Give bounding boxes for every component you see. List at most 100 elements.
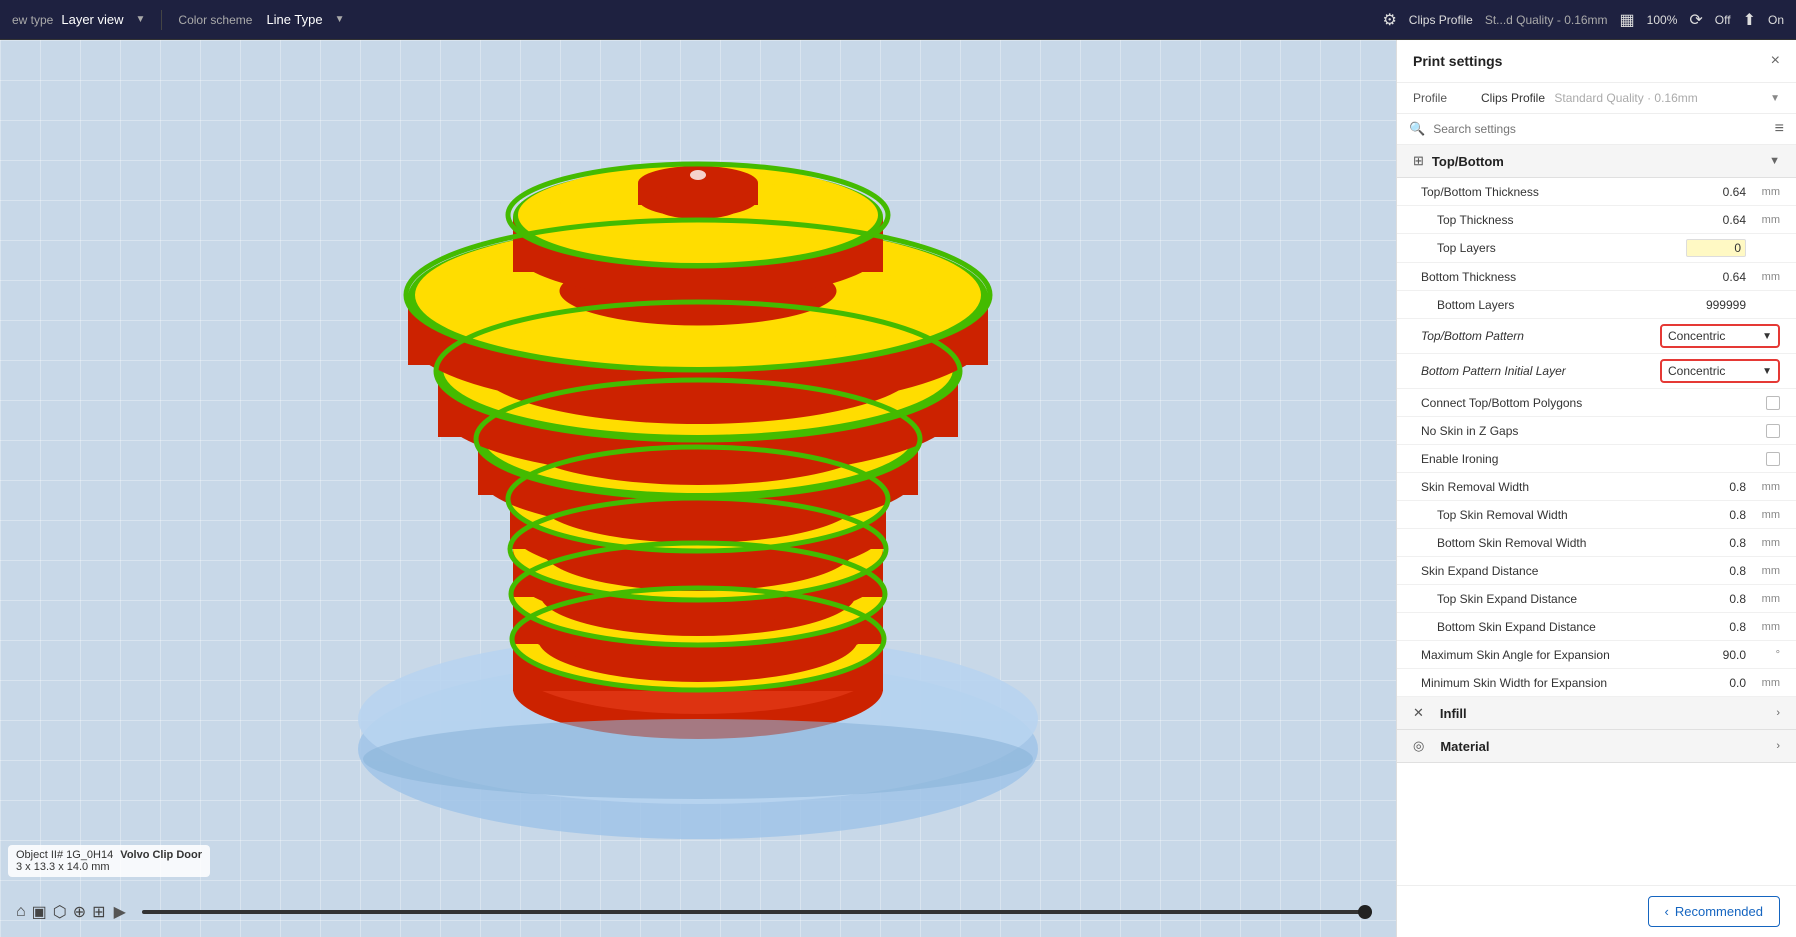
on-label: On bbox=[1768, 13, 1784, 27]
object-name: Volvo Clip Door bbox=[120, 849, 202, 861]
upload-icon[interactable]: ⬆ bbox=[1743, 10, 1756, 30]
setting-value[interactable]: 90.0 bbox=[1686, 648, 1746, 662]
dropdown-arrow: ▼ bbox=[1762, 331, 1772, 342]
setting-name: Top Skin Expand Distance bbox=[1421, 592, 1686, 606]
search-icon: 🔍 bbox=[1409, 121, 1425, 137]
setting-value[interactable]: 0.64 bbox=[1686, 185, 1746, 199]
home-icon[interactable]: ⌂ bbox=[16, 903, 26, 921]
cylinder-icon[interactable]: ⬡ bbox=[53, 902, 67, 922]
recommended-label: Recommended bbox=[1675, 904, 1763, 919]
view-type-section: ew type Layer view ▼ bbox=[12, 12, 145, 27]
setting-name: Minimum Skin Width for Expansion bbox=[1421, 676, 1686, 690]
viewport[interactable]: Object II# 1G_0H14 Volvo Clip Door 3 x 1… bbox=[0, 40, 1396, 937]
setting-value[interactable]: 0.8 bbox=[1686, 592, 1746, 606]
separator-1 bbox=[161, 10, 162, 30]
profile-name: Clips Profile bbox=[1481, 91, 1545, 105]
profile-label: Profile bbox=[1413, 91, 1473, 105]
search-bar: 🔍 ≡ bbox=[1397, 114, 1796, 145]
section-chevron-top-bottom: ▼ bbox=[1769, 155, 1780, 167]
object-dims: 3 x 13.3 x 14.0 mm bbox=[16, 861, 202, 873]
setting-value[interactable]: 0.8 bbox=[1686, 620, 1746, 634]
close-button[interactable]: × bbox=[1771, 52, 1780, 70]
profile-quality: St...d Quality - 0.16mm bbox=[1485, 13, 1608, 27]
setting-value[interactable]: 0.8 bbox=[1686, 536, 1746, 550]
profile-chevron[interactable]: ▼ bbox=[1770, 93, 1780, 104]
section-title-infill: Infill bbox=[1440, 706, 1467, 721]
setting-name: Bottom Skin Removal Width bbox=[1421, 536, 1686, 550]
setting-name: Top Layers bbox=[1421, 241, 1686, 255]
top-bar: ew type Layer view ▼ Color scheme Line T… bbox=[0, 0, 1796, 40]
section-header-infill[interactable]: ✕ Infill › bbox=[1397, 697, 1796, 730]
viewport-bottom: ⌂ ▣ ⬡ ⊕ ⊞ ▶ bbox=[0, 887, 1396, 937]
connect-polygons-checkbox[interactable] bbox=[1766, 396, 1780, 410]
section-header-left: ⊞ Top/Bottom bbox=[1413, 153, 1504, 169]
color-scheme-chevron[interactable]: ▼ bbox=[335, 14, 345, 25]
setting-value-highlighted[interactable]: 0 bbox=[1686, 239, 1746, 257]
setting-row-skin-removal: Skin Removal Width 0.8 mm bbox=[1397, 473, 1796, 501]
bottom-toolbar-icons: ⌂ ▣ ⬡ ⊕ ⊞ bbox=[16, 902, 106, 922]
grid-icon[interactable]: ▦ bbox=[1620, 10, 1635, 30]
top-bar-right: ⚙ Clips Profile St...d Quality - 0.16mm … bbox=[1382, 10, 1784, 30]
top-bottom-pattern-dropdown[interactable]: Concentric ▼ bbox=[1660, 324, 1780, 348]
zoom-level: 100% bbox=[1647, 13, 1678, 27]
infill-icon: ✕ bbox=[1413, 705, 1424, 721]
setting-value[interactable]: 0.0 bbox=[1686, 676, 1746, 690]
sync-icon[interactable]: ⟳ bbox=[1689, 10, 1702, 30]
setting-row-bottom-pattern-initial: Bottom Pattern Initial Layer Concentric … bbox=[1397, 354, 1796, 389]
profile-row[interactable]: Profile Clips Profile Standard Quality ·… bbox=[1397, 83, 1796, 114]
setting-unit: ° bbox=[1750, 649, 1780, 661]
setting-row-bottom-thickness: Bottom Thickness 0.64 mm bbox=[1397, 263, 1796, 291]
3d-view bbox=[0, 40, 1396, 937]
layers-icon[interactable]: ⊕ bbox=[73, 902, 86, 922]
layer-slider[interactable] bbox=[142, 910, 1372, 914]
setting-value[interactable]: 0.8 bbox=[1686, 480, 1746, 494]
material-icon: ◎ bbox=[1413, 738, 1424, 754]
recommended-button[interactable]: ‹ Recommended bbox=[1648, 896, 1781, 927]
settings-icon[interactable]: ⚙ bbox=[1382, 10, 1396, 30]
panel-header: Print settings × bbox=[1397, 40, 1796, 83]
setting-value[interactable]: 0.64 bbox=[1686, 213, 1746, 227]
main-layout: Object II# 1G_0H14 Volvo Clip Door 3 x 1… bbox=[0, 40, 1796, 937]
setting-name: Skin Removal Width bbox=[1421, 480, 1686, 494]
setting-name: Top/Bottom Thickness bbox=[1421, 185, 1686, 199]
no-skin-z-checkbox[interactable] bbox=[1766, 424, 1780, 438]
setting-value[interactable]: 0.64 bbox=[1686, 270, 1746, 284]
dropdown-value: Concentric bbox=[1668, 364, 1725, 378]
setting-name: Skin Expand Distance bbox=[1421, 564, 1686, 578]
setting-value[interactable]: 0.8 bbox=[1686, 508, 1746, 522]
section-header-top-bottom[interactable]: ⊞ Top/Bottom ▼ bbox=[1397, 145, 1796, 178]
bottom-pattern-initial-dropdown[interactable]: Concentric ▼ bbox=[1660, 359, 1780, 383]
setting-unit: mm bbox=[1750, 186, 1780, 198]
settings-content[interactable]: ⊞ Top/Bottom ▼ Top/Bottom Thickness 0.64… bbox=[1397, 145, 1796, 885]
menu-icon[interactable]: ≡ bbox=[1775, 120, 1784, 138]
enable-ironing-checkbox[interactable] bbox=[1766, 452, 1780, 466]
setting-name: No Skin in Z Gaps bbox=[1421, 424, 1766, 438]
play-button[interactable]: ▶ bbox=[114, 902, 126, 922]
color-scheme-label: Color scheme bbox=[178, 13, 252, 27]
color-scheme-value[interactable]: Line Type bbox=[266, 12, 322, 27]
view-type-value[interactable]: Layer view bbox=[61, 12, 123, 27]
setting-unit: mm bbox=[1750, 621, 1780, 633]
setting-unit: mm bbox=[1750, 537, 1780, 549]
setting-row-connect-polygons: Connect Top/Bottom Polygons bbox=[1397, 389, 1796, 417]
section-title-top-bottom: Top/Bottom bbox=[1432, 154, 1504, 169]
setting-name: Bottom Thickness bbox=[1421, 270, 1686, 284]
view-type-chevron[interactable]: ▼ bbox=[136, 14, 146, 25]
setting-name: Top Thickness bbox=[1421, 213, 1686, 227]
setting-name: Bottom Skin Expand Distance bbox=[1421, 620, 1686, 634]
color-scheme-section: Color scheme Line Type ▼ bbox=[178, 12, 344, 27]
search-input[interactable] bbox=[1433, 122, 1766, 136]
setting-value[interactable]: 0.8 bbox=[1686, 564, 1746, 578]
setting-unit: mm bbox=[1750, 481, 1780, 493]
setting-name: Connect Top/Bottom Polygons bbox=[1421, 396, 1766, 410]
panel-title: Print settings bbox=[1413, 53, 1502, 69]
object-id: 1G_0H14 bbox=[66, 849, 113, 861]
grid-view-icon[interactable]: ⊞ bbox=[92, 902, 105, 922]
cube-icon[interactable]: ▣ bbox=[32, 902, 47, 922]
section-header-material[interactable]: ◎ Material › bbox=[1397, 730, 1796, 763]
object-label: Object II# 1G_0H14 Volvo Clip Door bbox=[16, 849, 202, 861]
settings-rows-top-bottom: Top/Bottom Thickness 0.64 mm Top Thickne… bbox=[1397, 178, 1796, 697]
setting-value[interactable]: 999999 bbox=[1686, 298, 1746, 312]
setting-row-bottom-skin-expand: Bottom Skin Expand Distance 0.8 mm bbox=[1397, 613, 1796, 641]
setting-unit: mm bbox=[1750, 509, 1780, 521]
